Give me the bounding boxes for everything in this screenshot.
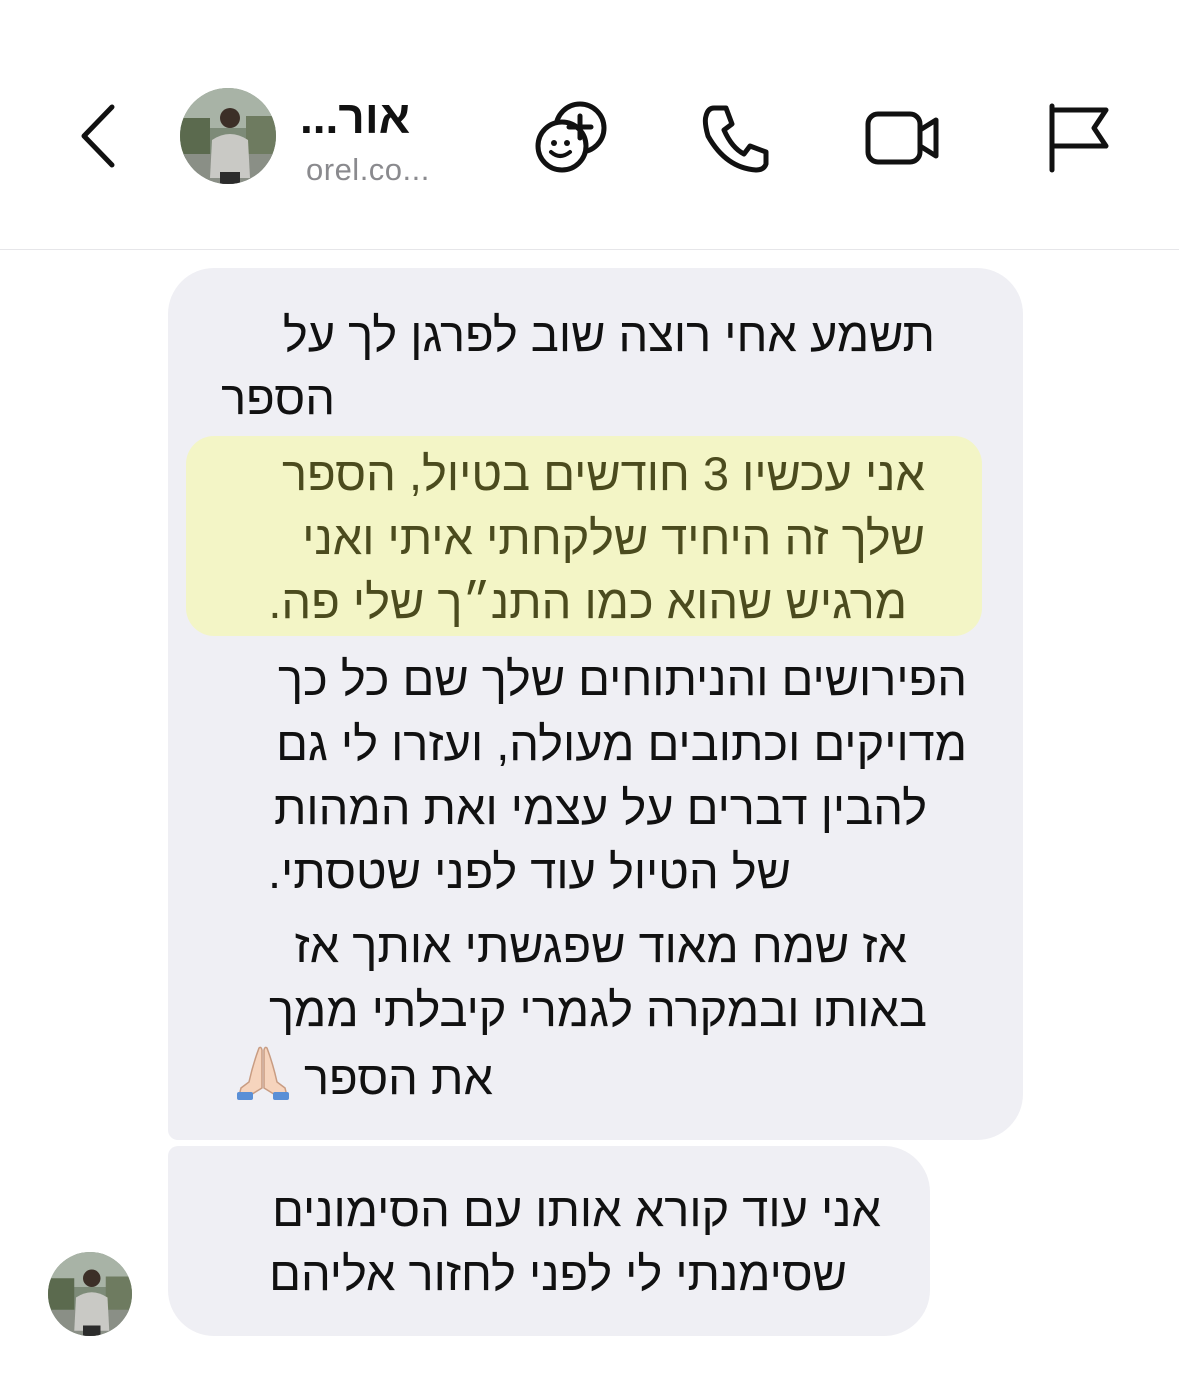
contact-handle[interactable]: orel.co... — [306, 152, 430, 188]
message-line: מדויקים וכתובים מעולה, ועזרו לי גם — [276, 717, 967, 770]
message-line: אני עכשיו 3 חודשים בטיול, הספר — [281, 447, 925, 500]
phone-icon — [702, 105, 769, 173]
sender-avatar[interactable] — [48, 1252, 132, 1336]
back-button[interactable] — [68, 100, 128, 172]
profile-photo — [180, 88, 276, 184]
message-line: מרגיש שהוא כמו התנ״ך שלי פה. — [268, 575, 907, 628]
chevron-left-icon — [81, 104, 115, 168]
message-line: שלך זה היחיד שלקחתי איתי ואני — [302, 511, 925, 564]
call-button[interactable] — [694, 96, 778, 180]
message-line: באותו ובמקרה לגמרי קיבלתי ממך — [268, 983, 927, 1036]
message-line: הפירושים והניתוחים שלך שם כל כך — [277, 652, 967, 705]
message-line: אני עוד קורא אותו עם הסימונים — [272, 1183, 881, 1236]
video-camera-icon — [865, 111, 939, 165]
flag-icon — [1049, 103, 1109, 173]
report-button[interactable] — [1036, 96, 1120, 180]
avatar[interactable] — [180, 88, 276, 184]
video-call-button[interactable] — [860, 96, 944, 180]
chat-header: אור... orel.co... — [0, 0, 1179, 250]
message-bubble[interactable] — [168, 1146, 930, 1336]
message-line: להבין דברים על עצמי ואת המהות — [273, 781, 927, 834]
message-line: שסימנתי לי לפני לחזור אליהם — [269, 1247, 847, 1300]
message-line: הספר — [221, 371, 335, 424]
message-line: תשמע אחי רוצה שוב לפרגן לך על — [282, 308, 935, 361]
message-line: את הספר — [227, 1044, 493, 1114]
message-text: את הספר — [304, 1051, 493, 1104]
profile-photo — [48, 1252, 132, 1336]
games-button[interactable] — [530, 96, 614, 180]
message-line: אז שמח מאוד שפגשתי אותך אז — [294, 919, 908, 972]
game-add-icon — [535, 101, 607, 173]
contact-name[interactable]: אור... — [300, 90, 440, 144]
message-line: של הטיול עוד לפני שטסתי. — [267, 845, 791, 898]
folded-hands-emoji — [235, 1044, 291, 1114]
